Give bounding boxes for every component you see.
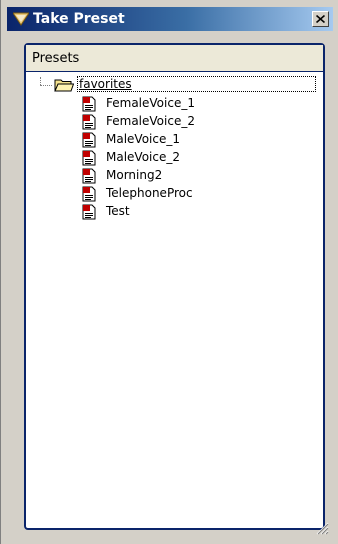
preset-label: FemaleVoice_1 — [106, 96, 195, 110]
preset-label: MaleVoice_2 — [106, 150, 180, 164]
presets-header-label: Presets — [32, 51, 80, 66]
preset-label: MaleVoice_1 — [106, 132, 180, 146]
open-folder-icon — [54, 79, 74, 92]
preset-document-icon — [82, 132, 96, 148]
resize-grip-icon[interactable] — [315, 521, 329, 535]
preset-document-icon — [82, 186, 96, 202]
tree-guide-line — [40, 85, 52, 86]
close-icon — [316, 15, 325, 23]
preset-label: TelephoneProc — [106, 186, 193, 200]
preset-label: Morning2 — [106, 168, 163, 182]
app-logo-icon — [13, 12, 29, 26]
preset-document-icon — [82, 114, 96, 130]
close-button[interactable] — [312, 11, 329, 27]
presets-panel: Presets favorites FemaleVoice_1 FemaleVo… — [24, 43, 325, 530]
presets-column-header[interactable]: Presets — [26, 45, 323, 72]
title-bar[interactable]: Take Preset — [7, 7, 333, 31]
preset-label: Test — [106, 204, 130, 218]
take-preset-window: Take Preset Presets favorites FemaleVoic… — [0, 0, 338, 544]
preset-document-icon — [82, 150, 96, 166]
preset-document-icon — [82, 168, 96, 184]
preset-document-icon — [82, 204, 96, 220]
folder-label: favorites — [79, 77, 132, 91]
tree-guide-line — [40, 77, 41, 85]
preset-label: FemaleVoice_2 — [106, 114, 195, 128]
preset-document-icon — [82, 96, 96, 112]
window-title: Take Preset — [33, 11, 125, 27]
